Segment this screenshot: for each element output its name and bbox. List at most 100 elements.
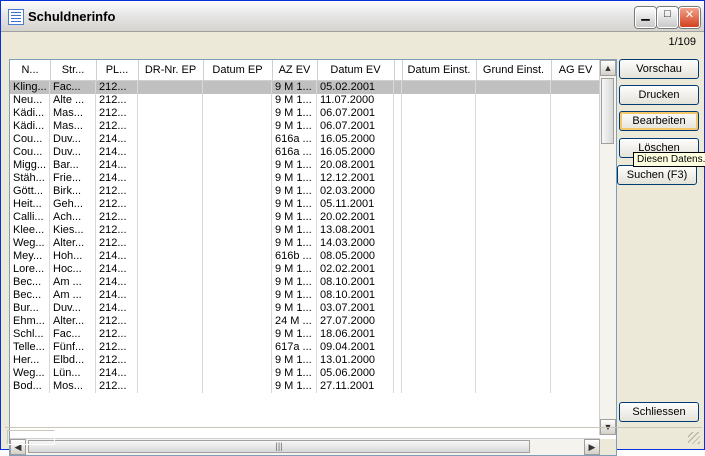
table-cell: 212... — [96, 341, 138, 354]
table-row[interactable]: Lore... Hoc... 214... 9 M 1... 02.02.2001 — [10, 263, 600, 276]
table-cell: 09.04.2001 — [317, 341, 394, 354]
table-cell: Alter... — [50, 237, 96, 250]
table-cell — [402, 120, 476, 133]
column-header[interactable]: Datum EP — [203, 60, 273, 80]
vertical-scrollbar[interactable]: ▲ ▼ — [599, 60, 616, 435]
table-cell: 08.10.2001 — [317, 276, 394, 289]
table-cell: 20.08.2001 — [317, 159, 394, 172]
table-cell: Duv... — [50, 146, 96, 159]
table-cell — [203, 237, 272, 250]
table-row[interactable]: Cou... Duv... 214... 616a ... 16.05.2000 — [10, 133, 600, 146]
schliessen-button[interactable]: Schliessen — [619, 402, 699, 422]
table-cell: 12.12.2001 — [317, 172, 394, 185]
table-cell — [402, 198, 476, 211]
column-header[interactable]: AG EV — [551, 60, 601, 80]
table-cell — [138, 237, 203, 250]
table-row[interactable]: Ehm... Alter... 212... 24 M ... 27.07.2000 — [10, 315, 600, 328]
table-cell — [394, 120, 402, 133]
table-cell — [138, 302, 203, 315]
column-header[interactable]: DR-Nr. EP — [138, 60, 204, 80]
table-row[interactable]: Weg... Alter... 212... 9 M 1... 14.03.2000 — [10, 237, 600, 250]
table-cell: 212... — [96, 224, 138, 237]
debtor-table[interactable]: N... Str... PL... DR-Nr. EP Datum EP AZ EV Dat… — [9, 59, 617, 456]
drucken-button[interactable]: Drucken — [619, 85, 699, 105]
table-cell — [394, 107, 402, 120]
column-header[interactable]: Datum Einst. — [402, 60, 477, 80]
table-cell: Mas... — [50, 107, 96, 120]
table-cell — [402, 107, 476, 120]
table-cell — [402, 341, 476, 354]
table-cell: Migg... — [10, 159, 50, 172]
table-cell: Frie... — [50, 172, 96, 185]
table-cell — [402, 328, 476, 341]
table-cell — [203, 81, 272, 94]
close-button[interactable]: ✕ — [679, 7, 700, 28]
table-cell — [138, 341, 203, 354]
vertical-scroll-thumb[interactable] — [601, 78, 614, 144]
table-cell — [394, 380, 402, 393]
table-cell: 212... — [96, 354, 138, 367]
table-cell — [203, 289, 272, 302]
table-row[interactable]: Bod... Mos... 212... 9 M 1... 27.11.2001 — [10, 380, 600, 393]
table-cell: 9 M 1... — [272, 367, 317, 380]
table-row[interactable]: Klee... Kies... 212... 9 M 1... 13.08.2001 — [10, 224, 600, 237]
table-row[interactable]: Gött... Birk... 212... 9 M 1... 02.03.2000 — [10, 185, 600, 198]
table-row[interactable]: Heit... Geh... 212... 9 M 1... 05.11.2001 — [10, 198, 600, 211]
column-header[interactable]: AZ EV — [272, 60, 318, 80]
table-row[interactable]: Weg... Lün... 214... 9 M 1... 05.06.2000 — [10, 367, 600, 380]
column-header[interactable]: N... — [10, 60, 51, 80]
table-row[interactable]: Stäh... Frie... 214... 9 M 1... 12.12.2001 — [10, 172, 600, 185]
table-cell: Neu... — [10, 94, 50, 107]
column-header[interactable]: Datum EV — [317, 60, 395, 80]
table-cell — [402, 185, 476, 198]
table-row[interactable]: Neu... Alte ... 212... 9 M 1... 11.07.2000 — [10, 94, 600, 107]
table-row[interactable]: Calli... Ach... 212... 9 M 1... 20.02.2001 — [10, 211, 600, 224]
table-cell — [476, 133, 551, 146]
table-cell — [551, 263, 600, 276]
table-row[interactable]: Kädi... Mas... 212... 9 M 1... 06.07.2001 — [10, 120, 600, 133]
table-row[interactable]: Her... Elbd... 212... 9 M 1... 13.01.2000 — [10, 354, 600, 367]
table-cell — [203, 107, 272, 120]
table-cell: Kies... — [50, 224, 96, 237]
table-cell — [476, 159, 551, 172]
table-cell: Geh... — [50, 198, 96, 211]
table-row[interactable]: Bec... Am ... 214... 9 M 1... 08.10.2001 — [10, 289, 600, 302]
table-cell — [138, 172, 203, 185]
column-header[interactable]: Grund Einst. — [476, 60, 552, 80]
maximize-button[interactable]: □ — [657, 7, 678, 28]
column-header[interactable]: Str... — [50, 60, 97, 80]
table-cell: 212... — [96, 211, 138, 224]
minimize-button[interactable]: ▁ — [635, 7, 656, 28]
table-body[interactable]: Kling... Fac... 212... 9 M 1... 05.02.2001 Ne… — [10, 81, 600, 435]
table-row[interactable]: Kling... Fac... 212... 9 M 1... 05.02.2001 — [10, 81, 600, 94]
table-cell — [203, 276, 272, 289]
table-row[interactable]: Bec... Am ... 214... 9 M 1... 08.10.2001 — [10, 276, 600, 289]
scroll-up-icon[interactable]: ▲ — [600, 60, 616, 76]
resize-grip-icon[interactable] — [688, 432, 700, 444]
table-cell — [138, 250, 203, 263]
table-cell — [394, 159, 402, 172]
table-cell — [138, 289, 203, 302]
table-row[interactable]: Kädi... Mas... 212... 9 M 1... 06.07.2001 — [10, 107, 600, 120]
vorschau-button[interactable]: Vorschau — [619, 59, 699, 79]
table-row[interactable]: Bur... Duv... 214... 9 M 1... 03.07.2001 — [10, 302, 600, 315]
table-row[interactable]: Migg... Bar... 214... 9 M 1... 20.08.2001 — [10, 159, 600, 172]
table-cell: 9 M 1... — [272, 328, 317, 341]
title-bar[interactable]: Schuldnerinfo ▁ □ ✕ — [1, 1, 704, 32]
table-row[interactable]: Cou... Duv... 214... 616a ... 16.05.2000 — [10, 146, 600, 159]
table-cell: Bod... — [10, 380, 50, 393]
table-cell — [551, 94, 600, 107]
table-cell — [402, 354, 476, 367]
suchen-button[interactable]: Suchen (F3) — [617, 165, 697, 185]
table-cell — [402, 133, 476, 146]
table-cell — [138, 276, 203, 289]
table-cell — [551, 146, 600, 159]
table-cell: 11.07.2000 — [317, 94, 394, 107]
table-row[interactable]: Schl... Fac... 212... 9 M 1... 18.06.2001 — [10, 328, 600, 341]
bearbeiten-button[interactable]: Bearbeiten — [619, 111, 699, 131]
table-cell: 212... — [96, 120, 138, 133]
close-icon: ✕ — [684, 9, 695, 21]
table-row[interactable]: Telle... Fünf... 212... 617a ... 09.04.2001 — [10, 341, 600, 354]
column-header[interactable]: PL... — [96, 60, 139, 80]
table-row[interactable]: Mey... Hoh... 214... 616b ... 08.05.2000 — [10, 250, 600, 263]
